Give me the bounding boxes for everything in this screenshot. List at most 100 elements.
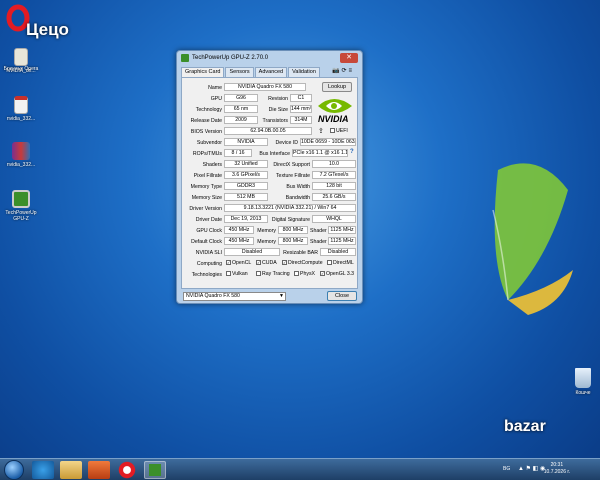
checkmark-icon: ✓ [320, 271, 325, 277]
value-driver-date: Dec 19, 2013 [224, 215, 268, 223]
label-memory-size: Memory Size [191, 195, 222, 201]
archive-icon [12, 142, 30, 160]
value-pixel-fillrate: 3.6 GPixel/s [224, 171, 268, 179]
language-indicator[interactable]: BG [503, 466, 510, 472]
value-memory-size: 512 MB [224, 193, 268, 201]
label-name: Name [208, 85, 222, 91]
checkmark-icon: ✓ [226, 260, 231, 266]
label-bus-width: Bus Width [286, 184, 310, 190]
label-technologies: Technologies [191, 272, 222, 278]
explorer-icon[interactable] [60, 461, 82, 479]
value-nvidia-sli: Disabled [224, 248, 280, 256]
uefi-checkbox[interactable]: UEFI [330, 128, 348, 134]
desktop-icon-recycle-bin[interactable]: Кошче [563, 368, 600, 396]
gpu-select-dropdown[interactable]: NVIDIA Quadro FX 580 ▼ [183, 292, 286, 301]
tab-validation[interactable]: Validation [288, 67, 320, 77]
value-bios-version: 62.94.0B.00.05 [224, 127, 312, 135]
value-resizable-bar: Disabled [320, 248, 356, 256]
checkbox-physx: PhysX [294, 271, 315, 277]
value-technology: 65 nm [224, 105, 258, 113]
label-gpu: GPU [210, 96, 222, 102]
menu-icon[interactable]: ≡ [348, 68, 354, 74]
gpuz-window: TechPowerUp GPU-Z 2.70.0 ✕ Graphics Card… [176, 50, 363, 304]
label-driver-date: Driver Date [195, 217, 222, 223]
label-computing: Computing [196, 261, 222, 267]
label-bios-version: BIOS Version [190, 129, 222, 135]
value-shaders: 32 Unified [224, 160, 268, 168]
label-shaders: Shaders [202, 162, 222, 168]
tab-advanced[interactable]: Advanced [254, 67, 288, 77]
close-window-button[interactable]: ✕ [340, 53, 358, 63]
value-memory-clock: 800 MHz [278, 226, 308, 234]
value-default-shader: 1125 MHz [328, 237, 356, 245]
graphics-card-panel: Name NVIDIA Quadro FX 580 Lookup GPU G96… [181, 77, 358, 289]
desktop-icon-nvidia-archive[interactable]: nvidia_332... [1, 142, 41, 168]
watermark: bazar [504, 418, 546, 435]
label-rops-tmus: ROPs/TMUs [192, 151, 222, 157]
value-gpu: G96 [224, 94, 258, 102]
share-icon[interactable]: ⇪ [318, 127, 324, 135]
checkbox-directcompute: ✓ DirectCompute [282, 260, 323, 266]
value-bus-width: 128 bit [312, 182, 356, 190]
label-driver-version: Driver Version [189, 206, 222, 212]
tab-graphics-card[interactable]: Graphics Card [181, 67, 225, 77]
label-directx-support: DirectX Support [273, 162, 310, 168]
recycle-bin-icon [575, 368, 591, 388]
label-revision: Revision [268, 96, 288, 102]
label-device-id: Device ID [275, 140, 299, 146]
close-button[interactable]: Close [327, 291, 357, 301]
value-default-clock: 450 MHz [224, 237, 254, 245]
value-gpu-clock: 450 MHz [224, 226, 254, 234]
value-name: NVIDIA Quadro FX 580 [224, 83, 306, 91]
label-bandwidth: Bandwidth [285, 195, 310, 201]
label-shader-clock: Shader [310, 228, 327, 234]
gpuz-icon [12, 190, 30, 208]
gpuz-icon [149, 464, 161, 476]
checkbox-cuda: ✓ CUDA [256, 260, 277, 266]
pdf-icon [14, 96, 28, 114]
checkbox-vulkan: Vulkan [226, 271, 248, 277]
value-bus-interface: PCIe x16 1.1 @ x16 1.1 [292, 149, 348, 157]
value-memory-type: GDDR3 [224, 182, 268, 190]
corner-title: Цецо [26, 20, 69, 39]
gpuz-taskbar-button[interactable] [144, 461, 166, 479]
label-default-shader: Shader [310, 239, 327, 245]
checkbox-directml: DirectML [327, 260, 354, 266]
label-default-memory: Memory [257, 239, 276, 245]
value-revision: C1 [290, 94, 312, 102]
label-bus-interface: Bus Interface [259, 151, 290, 157]
uefi-box [330, 128, 335, 134]
clock[interactable]: 20:31 10.7.2026 г. [544, 462, 570, 476]
help-icon[interactable]: ? [350, 149, 354, 155]
title-bar[interactable]: TechPowerUp GPU-Z 2.70.0 ✕ [177, 51, 362, 65]
desktop-icon-nvidia-pdf[interactable]: nvidia_332... [1, 96, 41, 122]
windows-logo [492, 163, 573, 315]
label-die-size: Die Size [268, 107, 288, 113]
value-transistors: 314M [290, 116, 312, 124]
opera-taskbar-icon[interactable] [116, 461, 138, 479]
taskbar: BG ▲ ⚑ ◧ ◉ 20:31 10.7.2026 г. [0, 458, 600, 480]
label-technology: Technology [195, 107, 222, 113]
value-bandwidth: 25.6 GB/s [312, 193, 356, 201]
label-subvendor: Subvendor [196, 140, 222, 146]
ie-icon[interactable] [32, 461, 54, 479]
label-gpu-clock: GPU Clock [196, 228, 222, 234]
label-transistors: Transistors [262, 118, 288, 124]
tray-icons[interactable]: ▲ ⚑ ◧ ◉ [518, 465, 545, 472]
start-button[interactable] [4, 460, 24, 480]
chevron-down-icon: ▼ [279, 293, 284, 299]
tab-sensors[interactable]: Sensors [225, 67, 254, 77]
desktop-icon-gpuz[interactable]: TechPowerUp GPU-Z [1, 190, 41, 222]
value-die-size: 144 mm² [290, 105, 312, 113]
label-nvidia-sli: NVIDIA SLI [195, 250, 222, 256]
nvidia-logo-text: NVIDIA [318, 114, 349, 124]
checkmark-icon: ✓ [282, 260, 287, 266]
tab-bar: Graphics Card Sensors Advanced Validatio… [181, 67, 321, 77]
desktop-icon-nvidia-driver[interactable]: NVIDIA_dri... [1, 48, 41, 74]
value-driver-version: 9.18.13.3221 (NVIDIA 332.21) / Win7 64 [224, 204, 356, 212]
app-icon [181, 54, 189, 62]
media-player-icon[interactable] [88, 461, 110, 479]
value-device-id: 10DE 0659 - 10DE 063A [300, 138, 356, 146]
toolbar-icons: 📷⟳≡ [332, 67, 354, 74]
label-memory-clock: Memory [257, 228, 276, 234]
